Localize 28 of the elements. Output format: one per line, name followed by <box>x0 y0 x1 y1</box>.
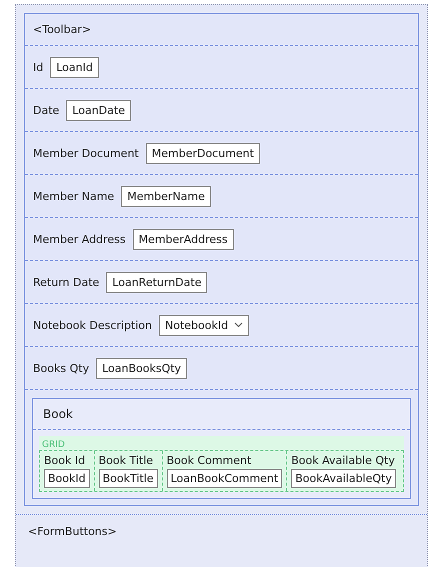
column-header: Book Id <box>44 454 86 467</box>
input-field[interactable]: LoanBooksQty <box>96 358 188 378</box>
field-label: Notebook Description <box>33 318 152 332</box>
field-label: Member Name <box>33 190 114 202</box>
input-field[interactable]: LoanDate <box>66 100 131 120</box>
input-field[interactable]: BookAvailableQty <box>291 469 396 488</box>
input-field[interactable]: BookTitle <box>98 469 158 488</box>
column-header: Book Available Qty <box>291 454 396 467</box>
grid-label: GRID <box>41 440 65 450</box>
chevron-down-icon <box>234 322 244 328</box>
input-field[interactable]: LoanId <box>50 56 99 78</box>
input-field[interactable]: MemberDocument <box>146 142 260 164</box>
column-header: Book Title <box>98 454 154 467</box>
field-label: Id <box>33 60 44 74</box>
input-field[interactable]: BookId <box>44 469 90 488</box>
input-field[interactable]: LoanReturnDate <box>106 272 208 292</box>
field-label: Date <box>33 104 60 116</box>
input-field[interactable]: MemberAddress <box>132 228 234 250</box>
field-label: Books Qty <box>33 362 90 374</box>
toolbar-placeholder-field[interactable]: <Toolbar> <box>25 14 418 45</box>
column-header: Book Comment <box>166 454 252 467</box>
field-label: Member Address <box>33 232 126 246</box>
group-title: Book <box>43 407 73 421</box>
field-label: Return Date <box>33 276 100 288</box>
input-field[interactable]: LoanBookComment <box>166 469 282 488</box>
input-field[interactable]: MemberName <box>121 186 211 206</box>
field-label: Member Document <box>33 146 139 160</box>
dropdown-field[interactable]: NotebookId <box>159 314 250 336</box>
